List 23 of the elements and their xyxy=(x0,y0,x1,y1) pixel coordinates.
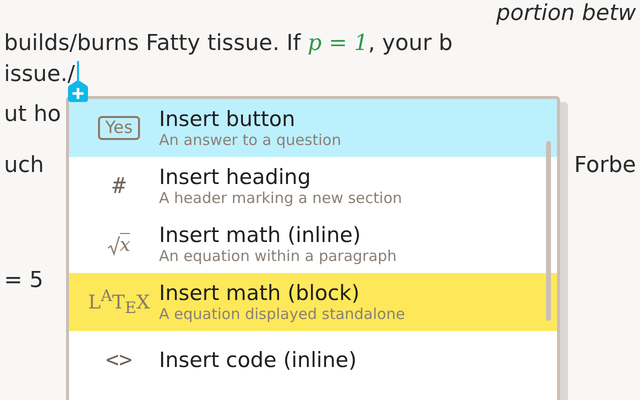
latex-icon: L$^{A}$T$_{E}$X xyxy=(88,286,150,318)
paragraph-text: Forbe xyxy=(574,152,636,178)
scrollbar[interactable] xyxy=(546,141,551,321)
paragraph-text: builds/burns Fatty tissue. If p = 1, your b xyxy=(4,30,453,56)
symbol-icon: # xyxy=(112,174,126,198)
paragraph-text: uch xyxy=(4,152,44,178)
item-description: An answer to a question xyxy=(159,131,342,149)
item-title: Insert math (inline) xyxy=(159,223,362,247)
menu-item[interactable]: Yes Insert button An answer to a question xyxy=(69,99,557,157)
item-title: Insert math (block) xyxy=(159,281,361,305)
paragraph-text: issue./ xyxy=(4,62,75,86)
item-description: A header marking a new section xyxy=(159,189,404,207)
menu-item[interactable]: L$^{A}$T$_{E}$X Insert math (block) A equation displayed standalone xyxy=(69,273,557,331)
symbol-icon: <> xyxy=(106,348,132,372)
item-title: Insert code (inline) xyxy=(159,348,358,372)
paragraph-text: ut ho xyxy=(4,102,61,126)
paragraph-text: = 5 xyxy=(4,268,44,292)
item-title: Insert heading xyxy=(159,165,312,189)
item-title: Insert button xyxy=(159,107,296,131)
item-description: An equation within a paragraph xyxy=(159,247,398,265)
yes-box-icon: Yes xyxy=(98,116,140,140)
paragraph-text: portion betw xyxy=(496,0,636,26)
item-description: A equation displayed standalone xyxy=(159,305,406,323)
